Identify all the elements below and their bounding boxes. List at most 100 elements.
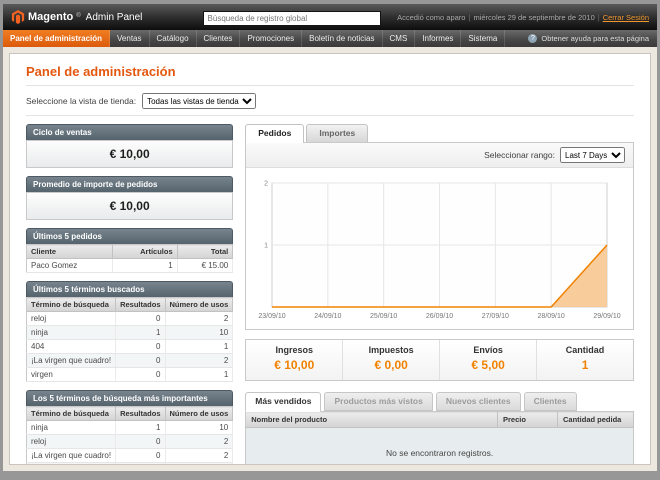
orders-area-chart: 1223/09/1024/09/1025/09/1026/09/1027/09/… (246, 168, 633, 329)
uses-count: 10 (165, 326, 233, 340)
search-term-link[interactable]: ¡La virgen que cuadro! (27, 354, 116, 368)
nav-item-cms[interactable]: CMS (383, 30, 416, 47)
average-orders-value: € 10,00 (26, 192, 233, 220)
table-row: reloj02 (27, 312, 233, 326)
results-count: 0 (116, 312, 165, 326)
svg-text:27/09/10: 27/09/10 (482, 313, 509, 320)
dashboard-left-column: Ciclo de ventas € 10,00 Promedio de impo… (26, 124, 233, 465)
recent-orders-panel: Últimos 5 pedidos Cliente Artículos Tota… (26, 228, 233, 273)
tab-mas-vendidos[interactable]: Más vendidos (245, 392, 321, 412)
nav-item-sistema[interactable]: Sistema (461, 30, 505, 47)
column-header: Artículos (113, 245, 178, 259)
results-count: 0 (116, 435, 165, 449)
tab-productos-mas-vistos[interactable]: Productos más vistos (324, 392, 432, 411)
range-label: Seleccionar rango: (484, 150, 555, 160)
stat-envios: Envíos € 5,00 (439, 340, 536, 380)
diagram-tabs: Pedidos Importes (245, 124, 634, 142)
svg-text:25/09/10: 25/09/10 (370, 313, 397, 320)
table-row: 40401 (27, 463, 233, 466)
search-term-link[interactable]: 404 (27, 463, 116, 466)
dashboard-card: Panel de administración Seleccione la vi… (9, 53, 651, 465)
search-term-link[interactable]: ninja (27, 326, 116, 340)
column-header: Cliente (27, 245, 113, 259)
last-search-terms-panel: Últimos 5 términos buscados Término de b… (26, 281, 233, 382)
table-row: virgen01 (27, 368, 233, 382)
logo-subtitle: Admin Panel (86, 12, 143, 23)
results-count: 0 (116, 340, 165, 354)
range-select[interactable]: Last 7 Days (560, 147, 625, 163)
store-view-select[interactable]: Todas las vistas de tienda (142, 93, 256, 109)
search-term-link[interactable]: ninja (27, 421, 116, 435)
tab-nuevos-clientes[interactable]: Nuevos clientes (436, 392, 521, 411)
svg-text:29/09/10: 29/09/10 (594, 313, 621, 320)
column-header: Resultados (116, 407, 165, 421)
svg-text:28/09/10: 28/09/10 (538, 313, 565, 320)
dashboard-columns: Ciclo de ventas € 10,00 Promedio de impo… (26, 124, 634, 465)
stat-label: Envíos (440, 345, 536, 355)
stat-label: Impuestos (343, 345, 439, 355)
logged-in-as: Accedió como aparo (397, 13, 465, 22)
top-search-terms-panel: Los 5 términos de búsqueda más important… (26, 390, 233, 465)
nav-item-panel-administracion[interactable]: Panel de administración (3, 30, 110, 47)
uses-count: 1 (165, 340, 233, 354)
table-row: 40401 (27, 340, 233, 354)
lifetime-sales-title: Ciclo de ventas (26, 124, 233, 140)
average-orders-title: Promedio de importe de pedidos (26, 176, 233, 192)
stat-value: € 10,00 (274, 358, 314, 372)
admin-header: Magento ® Admin Panel Accedió como aparo… (3, 4, 657, 30)
logout-link[interactable]: Cerrar Sesión (603, 13, 649, 22)
results-count: 0 (116, 449, 165, 463)
uses-count: 2 (165, 312, 233, 326)
table-row: ¡La virgen que cuadro!02 (27, 354, 233, 368)
column-header: Término de búsqueda (27, 407, 116, 421)
svg-text:23/09/10: 23/09/10 (259, 313, 286, 320)
header-meta: Accedió como aparo miércoles 29 de septie… (397, 13, 649, 22)
svg-text:26/09/10: 26/09/10 (426, 313, 453, 320)
stat-impuestos: Impuestos € 0,00 (342, 340, 439, 380)
nav-item-boletin[interactable]: Boletín de noticias (302, 30, 382, 47)
content-area: Panel de administración Seleccione la vi… (3, 47, 657, 471)
table-row: ninja110 (27, 421, 233, 435)
last-search-terms-title: Últimos 5 términos buscados (26, 281, 233, 297)
tab-clientes[interactable]: Clientes (524, 392, 577, 411)
column-header: Término de búsqueda (27, 298, 116, 312)
stat-label: Ingresos (246, 345, 342, 355)
dashboard-main-column: Pedidos Importes Seleccionar rango: Last… (245, 124, 634, 465)
window-frame: Magento ® Admin Panel Accedió como aparo… (0, 0, 660, 480)
uses-count: 1 (165, 463, 233, 466)
tab-pedidos[interactable]: Pedidos (245, 124, 304, 143)
last-search-terms-table: Término de búsqueda Resultados Número de… (26, 297, 233, 382)
help-label: Obtener ayuda para esta página (541, 34, 649, 43)
table-row: ninja110 (27, 326, 233, 340)
header-date: miércoles 29 de septiembre de 2010 (473, 13, 594, 22)
global-search-input[interactable] (203, 11, 381, 26)
main-nav: Panel de administración Ventas Catálogo … (3, 30, 657, 47)
stat-cantidad: Cantidad 1 (536, 340, 633, 380)
search-term-link[interactable]: reloj (27, 435, 116, 449)
table-row: Paco Gomez 1 € 15.00 (27, 259, 233, 273)
search-term-link[interactable]: reloj (27, 312, 116, 326)
nav-item-clientes[interactable]: Clientes (197, 30, 241, 47)
search-term-link[interactable]: ¡La virgen que cuadro! (27, 449, 116, 463)
uses-count: 2 (165, 449, 233, 463)
table-row: No se encontraron registros. (246, 428, 634, 466)
page-help-link[interactable]: Obtener ayuda para esta página (520, 30, 657, 47)
nav-item-promociones[interactable]: Promociones (240, 30, 302, 47)
column-header: Nombre del producto (246, 412, 498, 428)
customer-link[interactable]: Paco Gomez (27, 259, 113, 273)
separator (598, 13, 600, 22)
column-header: Número de usos (165, 407, 233, 421)
nav-item-ventas[interactable]: Ventas (110, 30, 149, 47)
range-selector-row: Seleccionar rango: Last 7 Days (246, 143, 633, 168)
nav-item-catalogo[interactable]: Catálogo (150, 30, 197, 47)
tab-importes[interactable]: Importes (306, 124, 368, 142)
divider (26, 85, 634, 86)
recent-orders-table: Cliente Artículos Total Paco Gomez 1 € 1… (26, 244, 233, 273)
bottom-tabs: Más vendidos Productos más vistos Nuevos… (245, 392, 634, 411)
average-orders-panel: Promedio de importe de pedidos € 10,00 (26, 176, 233, 220)
search-term-link[interactable]: 404 (27, 340, 116, 354)
table-row: reloj02 (27, 435, 233, 449)
nav-item-informes[interactable]: Informes (415, 30, 461, 47)
logo-trademark: ® (76, 13, 80, 19)
search-term-link[interactable]: virgen (27, 368, 116, 382)
